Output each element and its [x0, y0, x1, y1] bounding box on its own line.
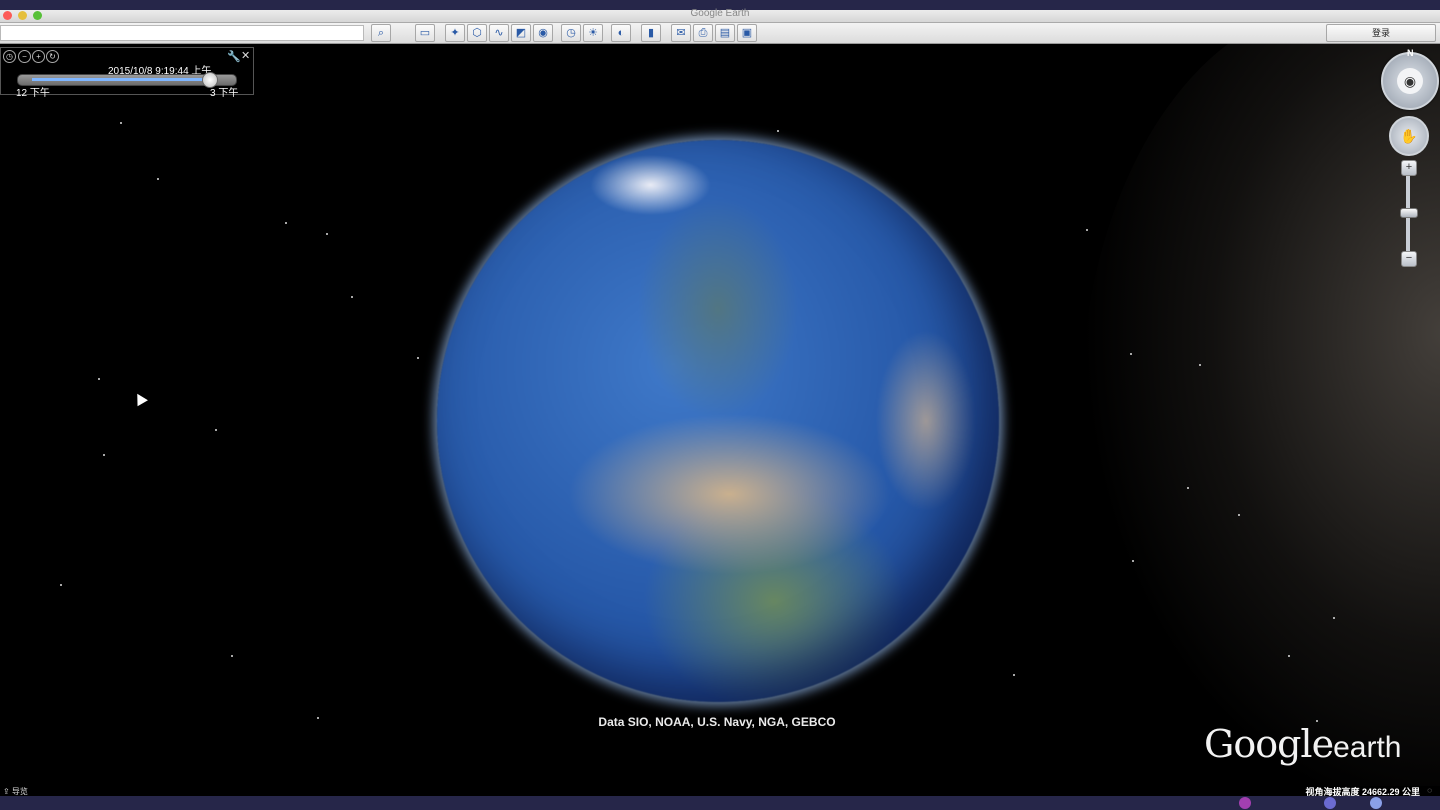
search-icon: ⌕: [377, 27, 385, 39]
path-button[interactable]: ∿: [489, 24, 509, 42]
tour-button[interactable]: ◉: [533, 24, 553, 42]
hand-icon: ✋: [1400, 128, 1418, 144]
path-icon: ∿: [494, 27, 504, 39]
search-input[interactable]: [0, 25, 364, 41]
polygon-button[interactable]: ⬡: [467, 24, 487, 42]
star: [157, 178, 159, 180]
star: [1199, 364, 1201, 366]
milky-way: [1080, 44, 1440, 796]
time-slider-start-label: 12 下午: [16, 88, 50, 99]
dock-app-icon[interactable]: [1239, 797, 1251, 809]
print-button[interactable]: ⎙: [693, 24, 713, 42]
desktop-dock-strip: [0, 796, 1440, 810]
status-bar: ⇪ 导览 视角海拔高度 24662.29 公里 ◌: [0, 786, 1440, 797]
star: [1130, 353, 1132, 355]
logo-google-text: Google: [1204, 722, 1334, 766]
star: [120, 122, 122, 124]
star: [777, 130, 779, 132]
star: [417, 357, 419, 359]
window-title: Google Earth: [690, 8, 750, 19]
zoom-in-button[interactable]: +: [1401, 160, 1417, 176]
star: [1288, 655, 1290, 657]
google-earth-logo: Googleearth: [1204, 722, 1401, 766]
planet-icon: ◐: [617, 27, 625, 39]
time-slider-range: [32, 78, 206, 81]
star: [1132, 560, 1134, 562]
clock-icon[interactable]: ◷: [3, 50, 16, 63]
historical-imagery-icon: ◷: [566, 27, 576, 39]
star: [1013, 674, 1015, 676]
star: [285, 222, 287, 224]
search-button[interactable]: ⌕: [371, 24, 391, 42]
tour-icon: ◉: [538, 27, 548, 39]
time-settings-wrench-icon[interactable]: 🔧: [227, 50, 241, 63]
star: [351, 296, 353, 298]
play-animation-icon[interactable]: ↻: [46, 50, 59, 63]
email-icon: ✉: [676, 27, 686, 39]
historical-imagery-button[interactable]: ◷: [561, 24, 581, 42]
star: [1238, 514, 1240, 516]
polygon-icon: ⬡: [472, 27, 482, 39]
ruler-icon: ▮: [647, 27, 655, 39]
sidebar-button[interactable]: ▭: [415, 24, 435, 42]
mouse-pointer: [132, 390, 148, 407]
overlay-button[interactable]: ◩: [511, 24, 531, 42]
star: [1086, 229, 1088, 231]
earth-globe[interactable]: [437, 140, 999, 702]
look-navigation-control[interactable]: N ◉: [1381, 48, 1439, 110]
zoom-out-button[interactable]: −: [1401, 251, 1417, 267]
dock-app-icon[interactable]: [1370, 797, 1382, 809]
star: [231, 655, 233, 657]
zoom-out-time-icon[interactable]: −: [18, 50, 31, 63]
logo-earth-text: earth: [1333, 731, 1402, 764]
streaming-indicator-icon: ◌: [1427, 786, 1432, 795]
overlay-icon: ◩: [515, 27, 527, 39]
time-slider-panel: ◷ − + ↻ 🔧 ✕ 2015/10/8 9:19:44 上午 12 下午 3…: [0, 47, 254, 99]
star: [215, 429, 217, 431]
eye-icon: ◉: [1397, 68, 1423, 94]
sun-button[interactable]: ☀: [583, 24, 603, 42]
star: [103, 454, 105, 456]
ruler-button[interactable]: ▮: [641, 24, 661, 42]
star: [60, 584, 62, 586]
zoom-slider-handle[interactable]: [1400, 208, 1418, 218]
sidebar-icon: ▭: [419, 27, 431, 39]
maps-icon: ▤: [719, 27, 731, 39]
time-panel-close-icon[interactable]: ✕: [241, 49, 250, 62]
sun-icon: ☀: [588, 27, 598, 39]
time-slider-track[interactable]: [17, 72, 237, 88]
title-bar: Google Earth: [0, 8, 1440, 23]
earth-viewport[interactable]: Data SIO, NOAA, U.S. Navy, NGA, GEBCO Go…: [0, 44, 1440, 796]
print-icon: ⎙: [698, 27, 708, 39]
toolbar: ⌕ ▭ ✦ ⬡ ∿ ◩ ◉ ◷ ☀ ◐ ▮ ✉ ⎙ ▤ ▣ 登录: [0, 23, 1440, 44]
star: [1187, 487, 1189, 489]
zoom-in-time-icon[interactable]: +: [32, 50, 45, 63]
time-slider-end-label: 3 下午: [210, 88, 239, 99]
save-image-icon: ▣: [741, 27, 753, 39]
star: [1333, 617, 1335, 619]
maps-button[interactable]: ▤: [715, 24, 735, 42]
star: [98, 378, 100, 380]
placemark-button[interactable]: ✦: [445, 24, 465, 42]
dock-app-icon[interactable]: [1324, 797, 1336, 809]
planet-button[interactable]: ◐: [611, 24, 631, 42]
login-button[interactable]: 登录: [1326, 24, 1436, 42]
star: [326, 233, 328, 235]
placemark-icon: ✦: [450, 27, 460, 39]
email-button[interactable]: ✉: [671, 24, 691, 42]
move-navigation-control[interactable]: ✋: [1389, 116, 1429, 156]
north-indicator: N: [1407, 48, 1414, 58]
save-image-button[interactable]: ▣: [737, 24, 757, 42]
